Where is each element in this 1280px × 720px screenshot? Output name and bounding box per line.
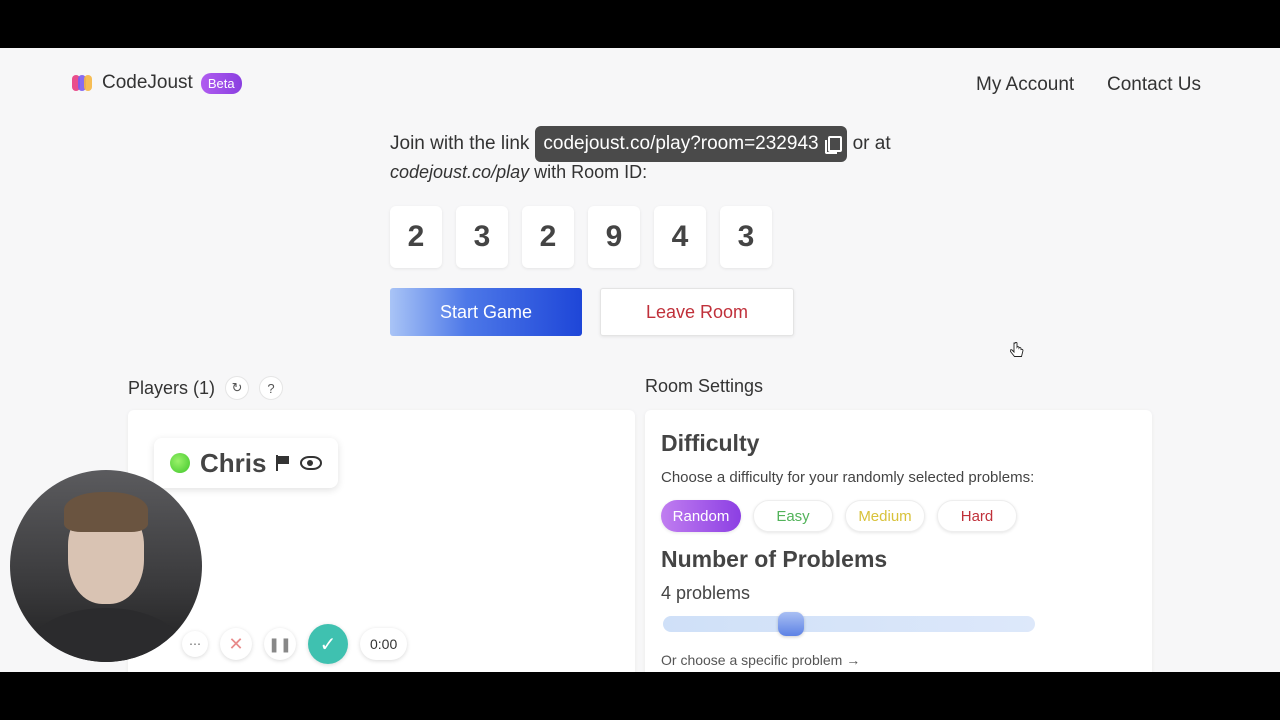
num-problems-title: Number of Problems: [661, 546, 888, 572]
logo[interactable]: CodeJoust Beta: [72, 72, 242, 94]
flag-icon[interactable]: [276, 455, 290, 471]
slider-thumb[interactable]: [778, 612, 804, 636]
players-title: Players (1): [128, 377, 216, 398]
join-suffix: or at: [852, 133, 891, 154]
join-alt-line: codejoust.co/play with Room ID:: [390, 162, 647, 183]
logo-text: CodeJoust: [102, 72, 193, 93]
recording-controls: ⋯ ✕ ❚❚ ✓ 0:00: [182, 624, 408, 664]
more-options-icon[interactable]: ⋯: [182, 631, 208, 657]
pause-icon[interactable]: ❚❚: [264, 628, 296, 660]
difficulty-random-button[interactable]: Random: [661, 500, 741, 532]
room-id-digit: 4: [654, 206, 706, 268]
room-settings-panel: Difficulty Choose a difficulty for your …: [645, 410, 1152, 672]
eye-icon[interactable]: [300, 456, 323, 470]
room-id-digit: 2: [522, 206, 574, 268]
difficulty-hard-button[interactable]: Hard: [937, 500, 1017, 532]
join-instructions: Join with the link codejoust.co/play?roo…: [390, 126, 891, 162]
copy-icon[interactable]: [824, 136, 842, 154]
pointer-cursor-icon: [1010, 342, 1024, 357]
recording-timer: 0:00: [360, 628, 408, 660]
join-prefix: Join with the link: [390, 133, 530, 154]
nav-contact-us[interactable]: Contact Us: [1107, 74, 1201, 96]
difficulty-easy-button[interactable]: Easy: [753, 500, 833, 532]
room-id-digit: 9: [588, 206, 640, 268]
refresh-icon[interactable]: ↻: [225, 376, 250, 400]
cancel-recording-icon[interactable]: ✕: [220, 628, 252, 660]
letterbox-top: [0, 0, 1280, 48]
num-problems-slider[interactable]: [663, 612, 1035, 636]
difficulty-medium-button[interactable]: Medium: [845, 500, 925, 532]
online-status-dot: [170, 453, 190, 473]
room-settings-title: Room Settings: [645, 376, 764, 396]
choose-specific-problem-link[interactable]: Or choose a specific problem →: [661, 652, 1136, 668]
page: CodeJoust Beta My Account Contact Us Joi…: [0, 48, 1280, 672]
room-link-button[interactable]: codejoust.co/play?room=232943: [535, 126, 847, 162]
num-problems-value: 4 problems: [661, 583, 751, 603]
room-id-digit: 3: [456, 206, 508, 268]
room-id-digit: 3: [720, 206, 772, 268]
leave-room-button[interactable]: Leave Room: [600, 288, 794, 336]
join-alt-url: codejoust.co/play: [390, 162, 530, 182]
join-alt-suffix: with Room ID:: [534, 162, 648, 182]
help-icon[interactable]: ?: [259, 376, 284, 400]
finish-recording-icon[interactable]: ✓: [308, 624, 348, 664]
room-link-text: codejoust.co/play?room=232943: [543, 133, 819, 154]
letterbox-bottom: [0, 672, 1280, 720]
player-card[interactable]: Chris: [154, 438, 338, 488]
start-game-button[interactable]: Start Game: [390, 288, 582, 336]
difficulty-description: Choose a difficulty for your randomly se…: [661, 469, 1035, 486]
nav-my-account[interactable]: My Account: [976, 74, 1074, 96]
beta-badge: Beta: [200, 72, 242, 94]
room-id-digits: 2 3 2 9 4 3: [390, 206, 772, 268]
room-id-digit: 2: [390, 206, 442, 268]
player-name: Chris: [200, 447, 267, 478]
codejoust-logo-icon: [72, 73, 94, 93]
webcam-overlay: [10, 470, 202, 662]
players-header: Players (1) ↻ ?: [128, 376, 284, 400]
difficulty-title: Difficulty: [661, 430, 760, 456]
difficulty-options: Random Easy Medium Hard: [661, 500, 1136, 532]
